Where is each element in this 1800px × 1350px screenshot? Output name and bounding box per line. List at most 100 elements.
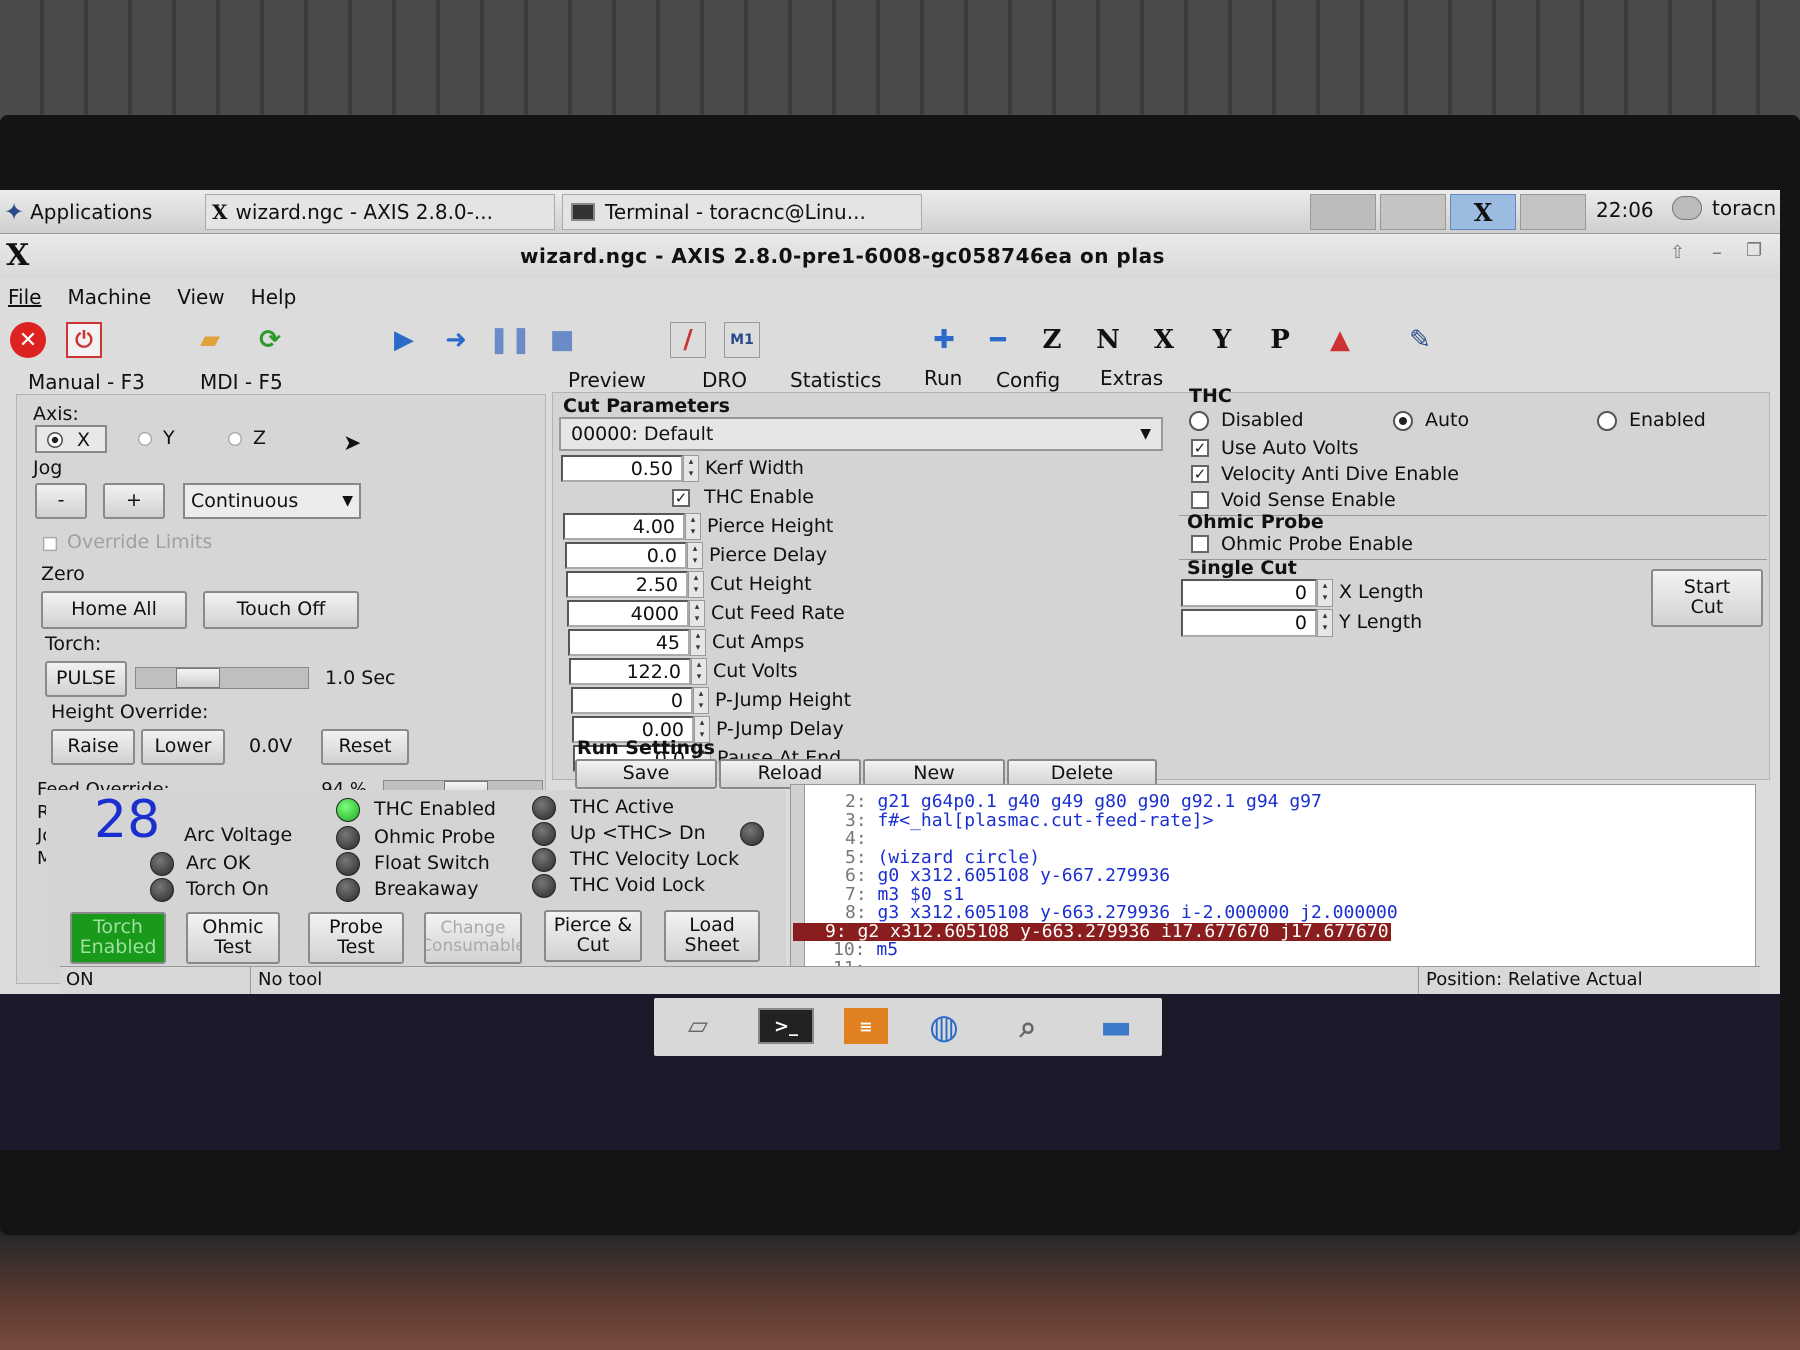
gcode-line[interactable]: 6: g0 x312.605108 y-667.279936 <box>833 867 1170 885</box>
view-z-icon[interactable]: Z <box>1034 322 1070 358</box>
terminal-launcher-icon[interactable]: >_ <box>758 1008 814 1044</box>
cut-param-field[interactable]: 4000 <box>567 600 689 627</box>
y-length-field[interactable]: 0 <box>1181 609 1317 637</box>
tab-dro[interactable]: DRO <box>702 368 747 392</box>
jog-mode-select[interactable]: Continuous ▼ <box>183 483 361 519</box>
run-icon[interactable]: ▶ <box>386 322 422 358</box>
pulse-button[interactable]: PULSE <box>45 661 127 697</box>
torch-enabled-button[interactable]: Torch Enabled <box>70 912 166 964</box>
tab-manual[interactable]: Manual - F3 <box>28 370 145 394</box>
gcode-line[interactable]: 2: g21 g64p0.1 g40 g49 g80 g90 g92.1 g94… <box>833 793 1322 811</box>
gcode-view[interactable]: 2: g21 g64p0.1 g40 g49 g80 g90 g92.1 g94… <box>790 784 1756 970</box>
cut-param-field[interactable]: 0.0 <box>565 542 687 569</box>
cut-param-spinner[interactable]: ▴▾ <box>687 542 703 569</box>
touch-off-button[interactable]: Touch Off <box>203 591 359 629</box>
load-sheet-button[interactable]: Load Sheet <box>664 910 760 962</box>
zoom-in-icon[interactable]: ✚ <box>926 322 962 358</box>
lower-button[interactable]: Lower <box>141 729 225 765</box>
menu-help[interactable]: Help <box>251 285 297 309</box>
gcode-line[interactable]: 3: f#<_hal[plasmac.cut-feed-rate]> <box>833 811 1213 830</box>
view-y-icon[interactable]: Y <box>1204 322 1240 358</box>
menu-machine[interactable]: Machine <box>67 285 151 309</box>
gcode-line[interactable]: 8: g3 x312.605108 y-663.279936 i-2.00000… <box>833 904 1398 922</box>
thc-disabled-radio[interactable] <box>1189 411 1209 431</box>
view-z2-icon[interactable]: N <box>1090 322 1126 358</box>
thc-auto-radio[interactable] <box>1393 411 1413 431</box>
use-auto-volts-checkbox[interactable]: ✓ <box>1191 439 1209 457</box>
run-save-button[interactable]: Save <box>575 759 717 789</box>
maximize-icon[interactable]: ❐ <box>1746 240 1762 261</box>
cut-param-spinner[interactable]: ▴▾ <box>688 571 704 598</box>
folder-icon[interactable]: ▬ <box>1086 1006 1146 1048</box>
raise-button[interactable]: Raise <box>51 729 135 765</box>
window-up-icon[interactable]: ⇧ <box>1670 242 1685 263</box>
velocity-anti-dive-checkbox[interactable]: ✓ <box>1191 465 1209 483</box>
zoom-out-icon[interactable]: ━ <box>980 322 1016 358</box>
optional-stop-icon[interactable]: M1 <box>724 322 760 358</box>
cut-param-spinner[interactable]: ▴▾ <box>683 455 699 482</box>
estop-icon[interactable]: ✕ <box>10 322 46 358</box>
x-length-field[interactable]: 0 <box>1181 579 1317 607</box>
open-file-icon[interactable]: ▰ <box>192 322 228 358</box>
cut-param-spinner[interactable]: ▴▾ <box>691 658 707 685</box>
axis-y-radio[interactable] <box>138 432 152 446</box>
cut-param-field[interactable]: 4.00 <box>563 513 685 540</box>
start-cut-button[interactable]: Start Cut <box>1651 569 1763 627</box>
clear-plot-icon[interactable]: ✎ <box>1402 322 1438 358</box>
cut-param-field[interactable]: 0.50 <box>561 455 683 482</box>
home-all-button[interactable]: Home All <box>41 591 187 629</box>
change-consumable-button[interactable]: Change Consumable <box>424 912 522 964</box>
reset-button[interactable]: Reset <box>321 729 409 765</box>
tab-preview[interactable]: Preview <box>568 368 646 392</box>
power-icon[interactable]: ⏻ <box>66 322 102 358</box>
user-area[interactable]: toracn <box>1672 196 1776 220</box>
tab-statistics[interactable]: Statistics <box>790 368 881 392</box>
workspace-4[interactable] <box>1520 194 1586 230</box>
probe-test-button[interactable]: Probe Test <box>308 912 404 964</box>
axis-z-radio[interactable] <box>228 432 242 446</box>
tab-mdi[interactable]: MDI - F5 <box>200 370 283 394</box>
jog-plus-button[interactable]: + <box>103 483 165 519</box>
tab-extras[interactable]: Extras <box>1100 366 1163 390</box>
ohmic-test-button[interactable]: Ohmic Test <box>186 912 280 964</box>
workspace-1[interactable] <box>1310 194 1376 230</box>
cut-param-field[interactable]: 0 <box>571 687 693 714</box>
reload-icon[interactable]: ⟳ <box>252 322 288 358</box>
cut-param-spinner[interactable]: ▴▾ <box>693 687 709 714</box>
menu-view[interactable]: View <box>177 285 224 309</box>
block-delete-icon[interactable]: / <box>670 322 706 358</box>
void-sense-checkbox[interactable] <box>1191 491 1209 509</box>
cut-param-field[interactable]: 2.50 <box>566 571 688 598</box>
y-length-spinner[interactable]: ▴ ▾ <box>1317 609 1333 637</box>
thc-enable-checkbox[interactable]: ✓ <box>672 489 690 507</box>
workspace-2[interactable] <box>1380 194 1446 230</box>
task-axis[interactable]: X wizard.ngc - AXIS 2.8.0-... <box>205 194 555 230</box>
override-limits-checkbox[interactable] <box>42 536 58 552</box>
search-icon[interactable]: ⌕ <box>1000 1006 1056 1048</box>
material-select[interactable]: 00000: Default ▼ <box>559 417 1163 451</box>
web-browser-icon[interactable]: ◍ <box>916 1006 972 1048</box>
tab-config[interactable]: Config <box>996 368 1060 392</box>
ohmic-probe-enable-checkbox[interactable] <box>1191 535 1209 553</box>
cut-param-spinner[interactable]: ▴▾ <box>689 600 705 627</box>
view-x-icon[interactable]: X <box>1146 322 1182 358</box>
minimize-icon[interactable]: – <box>1712 240 1722 264</box>
applications-menu[interactable]: ✦ Applications <box>4 196 152 228</box>
cut-param-spinner[interactable]: ▴▾ <box>690 629 706 656</box>
gcode-line[interactable]: 10: m5 <box>833 941 898 959</box>
pulse-slider[interactable] <box>135 667 309 689</box>
gcode-line[interactable]: 5: (wizard circle) <box>833 848 1040 867</box>
thc-enabled-radio[interactable] <box>1597 411 1617 431</box>
menu-file[interactable]: File <box>8 285 41 309</box>
pierce-cut-button[interactable]: Pierce & Cut <box>544 910 642 962</box>
file-manager-icon[interactable]: ≡ <box>844 1008 888 1044</box>
gcode-line[interactable]: 4: <box>833 830 867 848</box>
rotate-view-icon[interactable]: ▲ <box>1322 322 1358 358</box>
tab-run[interactable]: Run <box>924 366 962 390</box>
jog-minus-button[interactable]: - <box>35 483 87 519</box>
gcode-line[interactable]: 9: g2 x312.605108 y-663.279936 i17.67767… <box>793 922 1391 941</box>
cut-param-spinner[interactable]: ▴▾ <box>685 513 701 540</box>
view-p-icon[interactable]: P <box>1262 322 1298 358</box>
stop-icon[interactable]: ■ <box>544 322 580 358</box>
step-icon[interactable]: ➜ <box>438 322 474 358</box>
